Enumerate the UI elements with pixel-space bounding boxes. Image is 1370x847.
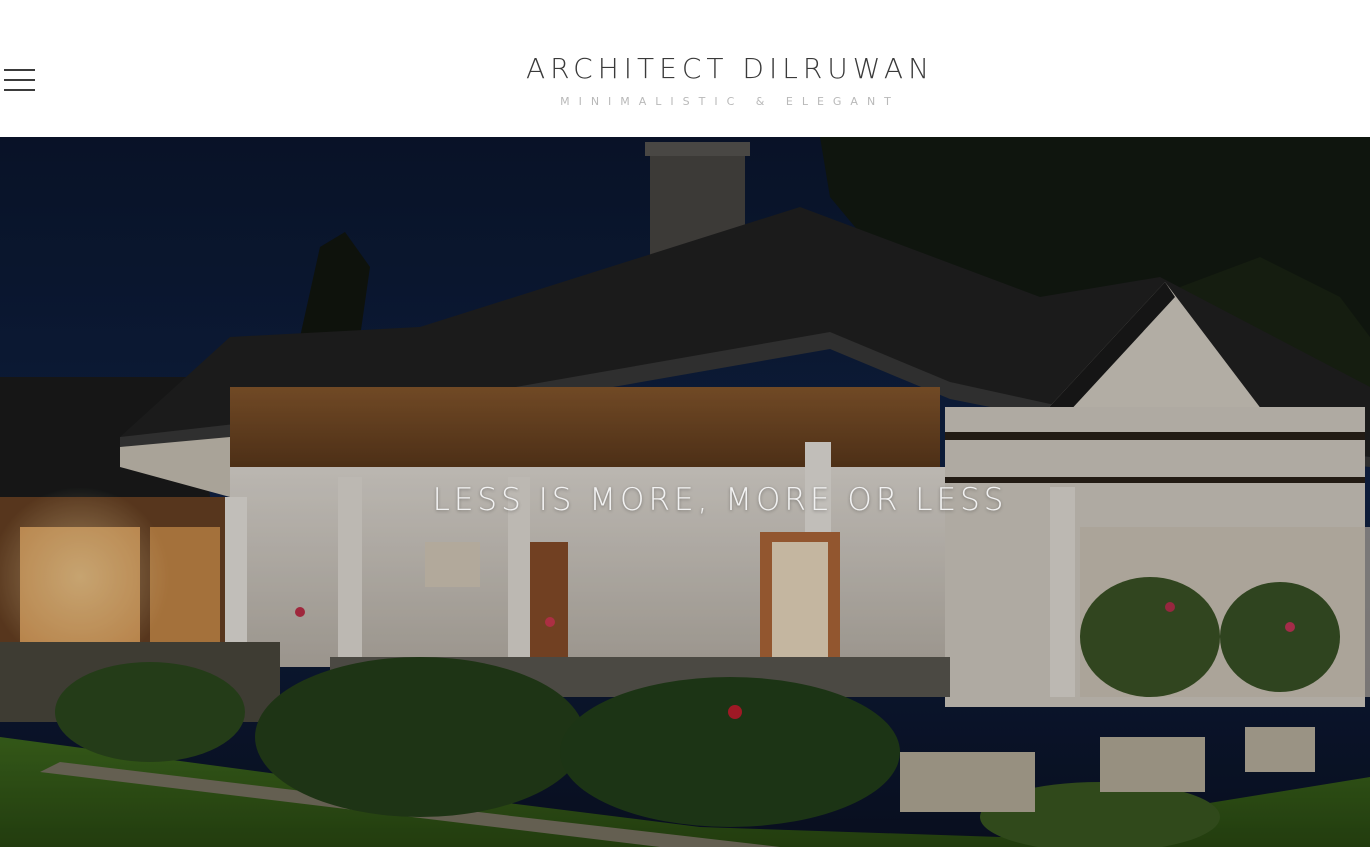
site-title[interactable]: ARCHITECT DILRUWAN: [0, 52, 1370, 86]
site-header: ARCHITECT DILRUWAN MINIMALISTIC & ELEGAN…: [0, 0, 1370, 137]
hero-banner: LESS IS MORE, MORE OR LESS: [0, 137, 1370, 847]
site-branding[interactable]: ARCHITECT DILRUWAN MINIMALISTIC & ELEGAN…: [0, 52, 1370, 109]
site-tagline: MINIMALISTIC & ELEGANT: [560, 95, 900, 108]
hero-heading: LESS IS MORE, MORE OR LESS: [432, 482, 1008, 518]
